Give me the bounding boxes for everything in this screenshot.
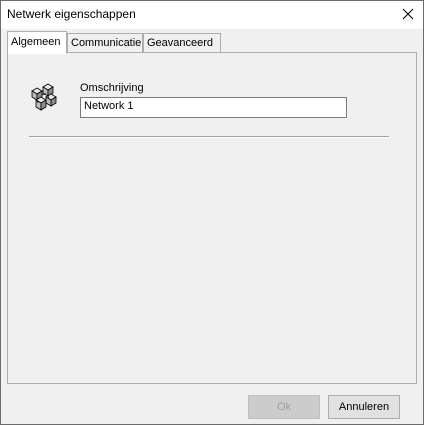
cancel-button[interactable]: Annuleren (328, 395, 400, 419)
tab-label: Geavanceerd (147, 37, 214, 49)
close-button[interactable] (393, 1, 423, 27)
title-bar[interactable]: Netwerk eigenschappen (1, 1, 423, 29)
tab-geavanceerd[interactable]: Geavanceerd (143, 33, 221, 53)
ok-button[interactable]: Ok (248, 395, 320, 419)
tab-panel-algemeen: Omschrijving Network 1 (7, 52, 417, 384)
separator-line (29, 136, 389, 138)
tab-label: Algemeen (11, 36, 61, 48)
window-title: Netwerk eigenschappen (7, 7, 136, 21)
description-label: Omschrijving (80, 82, 144, 94)
close-icon (402, 8, 414, 20)
tab-algemeen[interactable]: Algemeen (7, 31, 67, 54)
properties-dialog: Netwerk eigenschappen Algemeen Communica… (0, 0, 424, 425)
network-icon (31, 83, 57, 111)
tab-label: Communicatie (71, 37, 142, 49)
description-input[interactable]: Network 1 (80, 97, 347, 118)
tab-communicatie[interactable]: Communicatie (67, 33, 143, 53)
